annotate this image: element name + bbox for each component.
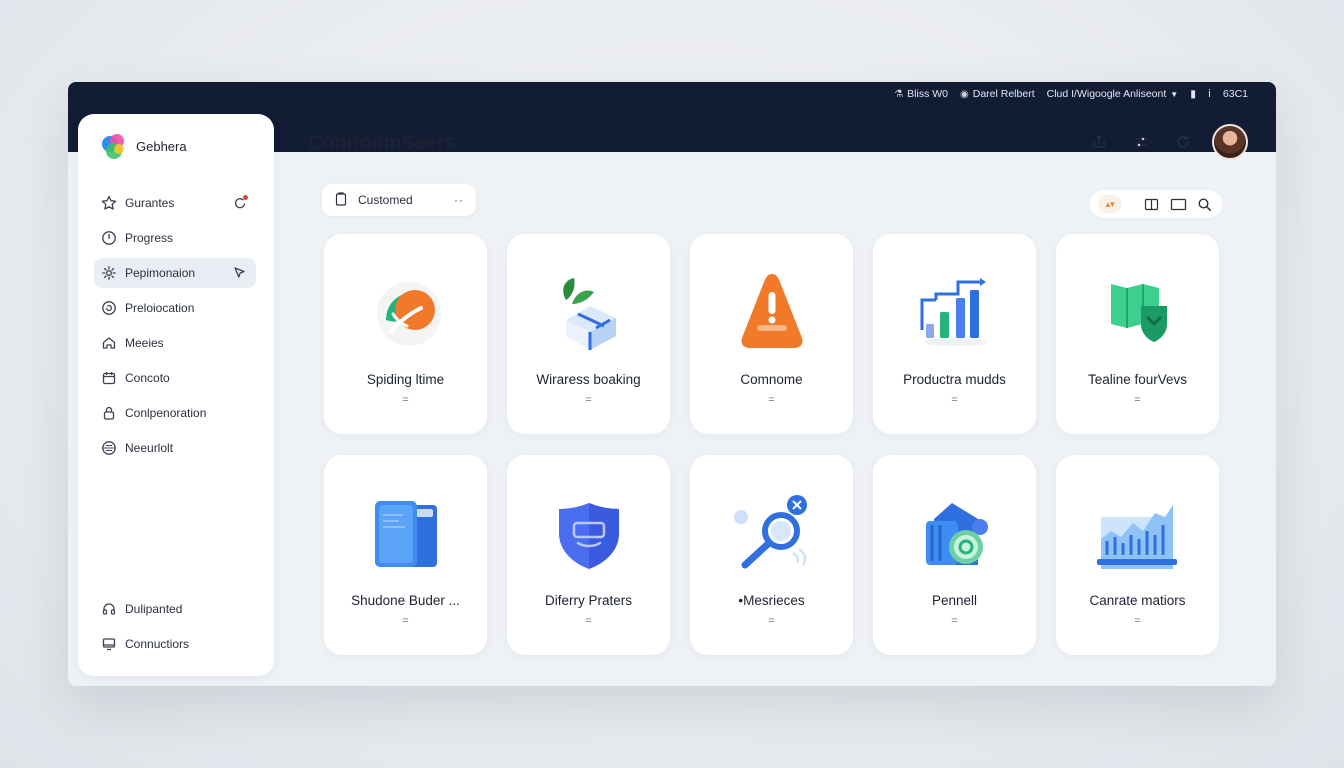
- brand[interactable]: Gebhera: [100, 132, 187, 160]
- notification-dot: [243, 195, 248, 200]
- magnifier-icon: [727, 491, 817, 581]
- monitor-icon: [101, 636, 117, 652]
- warning-cone-icon: [727, 270, 817, 360]
- card-title: Canrate matiors: [1089, 593, 1186, 608]
- view-toolbar: ▴▾: [1090, 190, 1222, 218]
- top-bar-status: ⚗ Bliss W0 ◉ Darel Relbert Clud I/Wigoog…: [894, 87, 1248, 101]
- gear-icon: [101, 265, 117, 281]
- chevron-down-icon: ▼: [1170, 89, 1179, 99]
- sidebar-nav: Gurantes Progress Pepimonaion Preloiocat…: [94, 188, 256, 468]
- lock-icon: [101, 405, 117, 421]
- sidebar-item-neeurlolt[interactable]: Neeurlolt: [94, 433, 256, 463]
- card-mesrieces[interactable]: •Mesrieces =: [690, 455, 853, 655]
- package-leaf-icon: [544, 270, 634, 360]
- sidebar-item-connuctiors[interactable]: Connuctiors: [94, 629, 256, 659]
- card-subtitle: =: [951, 615, 958, 627]
- card-subtitle: =: [951, 394, 958, 406]
- card-subtitle: =: [1134, 394, 1141, 406]
- columns-icon[interactable]: [1142, 194, 1161, 214]
- avatar[interactable]: [1212, 124, 1248, 160]
- refresh-icon[interactable]: [1170, 129, 1196, 155]
- card-title: Comnome: [740, 372, 803, 387]
- card-subtitle: =: [585, 615, 592, 627]
- more-options-icon[interactable]: ··: [454, 193, 464, 207]
- search-icon[interactable]: [1195, 194, 1214, 214]
- sidebar-item-pepimonaion[interactable]: Pepimonaion: [94, 258, 256, 288]
- card-title: Productra mudds: [903, 372, 1006, 387]
- topbar-item-user[interactable]: ◉ Darel Relbert: [960, 88, 1035, 100]
- clipboard-icon: [334, 191, 348, 209]
- refresh-alert-icon[interactable]: [232, 195, 248, 211]
- shield-map-icon: [1093, 270, 1183, 360]
- sliders-icon[interactable]: [1128, 129, 1154, 155]
- bar-chart-icon: [910, 270, 1000, 360]
- sidebar-item-progress[interactable]: Progress: [94, 223, 256, 253]
- card-wiraress-boaking[interactable]: Wiraress boaking =: [507, 234, 670, 434]
- folder-icon: [361, 491, 451, 581]
- brand-name: Gebhera: [136, 138, 187, 154]
- sidebar-item-conlpenoration[interactable]: Conlpenoration: [94, 398, 256, 428]
- sidebar-bottom-nav: Dulipanted Connuctiors: [94, 594, 256, 664]
- monitor-icon[interactable]: [1169, 194, 1188, 214]
- user-circle-icon: ◉: [960, 88, 969, 100]
- calendar-icon: [101, 370, 117, 386]
- card-shudone-buder[interactable]: Shudone Buder ... =: [324, 455, 487, 655]
- card-pennell[interactable]: Pennell =: [873, 455, 1036, 655]
- card-title: Diferry Praters: [544, 593, 632, 608]
- card-title: Spiding ltime: [366, 372, 445, 387]
- card-subtitle: =: [585, 394, 592, 406]
- header-actions: [1086, 124, 1248, 160]
- sort-badge[interactable]: ▴▾: [1098, 195, 1123, 213]
- shield-icon: [544, 491, 634, 581]
- card-subtitle: =: [768, 394, 775, 406]
- card-comnome[interactable]: Comnome =: [690, 234, 853, 434]
- leaf-orange-icon: [361, 270, 451, 360]
- card-productra-mudds[interactable]: Productra mudds =: [873, 234, 1036, 434]
- brand-logo-icon: [100, 132, 128, 160]
- card-title: Pennell: [931, 593, 978, 608]
- flask-icon: ⚗: [894, 88, 904, 100]
- filter-label: Customed: [358, 193, 413, 207]
- card-diferry-praters[interactable]: Diferry Praters =: [507, 455, 670, 655]
- sidebar: Gebhera Gurantes Progress Pepimonaion Pr…: [78, 114, 274, 676]
- topbar-item-bliss[interactable]: ⚗ Bliss W0: [894, 88, 948, 100]
- card-spiding-ltime[interactable]: Spiding ltime =: [324, 234, 487, 434]
- sidebar-item-preloiocation[interactable]: Preloiocation: [94, 293, 256, 323]
- card-subtitle: =: [768, 615, 775, 627]
- globe-icon: [101, 440, 117, 456]
- card-canrate-matiors[interactable]: Canrate matiors =: [1056, 455, 1219, 655]
- card-subtitle: =: [1134, 615, 1141, 627]
- card-subtitle: =: [402, 615, 409, 627]
- sidebar-item-meeies[interactable]: Meeies: [94, 328, 256, 358]
- headset-icon: [101, 601, 117, 617]
- share-icon[interactable]: [1086, 129, 1112, 155]
- sidebar-item-concoto[interactable]: Concoto: [94, 363, 256, 393]
- card-grid: Spiding ltime = Wiraress boaking = Comno…: [324, 234, 1219, 655]
- card-title: Shudone Buder ...: [351, 593, 460, 608]
- sidebar-item-dulipanted[interactable]: Dulipanted: [94, 594, 256, 624]
- power-circle-icon: [101, 230, 117, 246]
- info-icon[interactable]: ⅰ: [1208, 88, 1211, 100]
- refresh-icon: [101, 300, 117, 316]
- area-chart-icon: [1093, 491, 1183, 581]
- card-title: Wiraress boaking: [536, 372, 641, 387]
- card-title: •Mesrieces: [738, 593, 805, 608]
- filter-dropdown[interactable]: Customed ··: [322, 184, 476, 216]
- home-icon: [101, 335, 117, 351]
- page-title: ConifoomSeers: [308, 132, 456, 154]
- topbar-code: 63C1: [1222, 88, 1248, 100]
- card-subtitle: =: [402, 394, 409, 406]
- wallet-coin-icon: [910, 491, 1000, 581]
- cursor-icon[interactable]: [232, 265, 248, 281]
- topbar-account-dropdown[interactable]: Clud I/Wigoogle Anliseont ▼: [1047, 88, 1179, 100]
- star-icon: [101, 195, 117, 211]
- sidebar-item-gurantes[interactable]: Gurantes: [94, 188, 256, 218]
- card-title: Tealine fourVevs: [1087, 372, 1188, 387]
- card-tealine-fourvevs[interactable]: Tealine fourVevs =: [1056, 234, 1219, 434]
- mobile-icon[interactable]: ▮: [1190, 88, 1196, 100]
- app-window: ⚗ Bliss W0 ◉ Darel Relbert Clud I/Wigoog…: [68, 82, 1276, 686]
